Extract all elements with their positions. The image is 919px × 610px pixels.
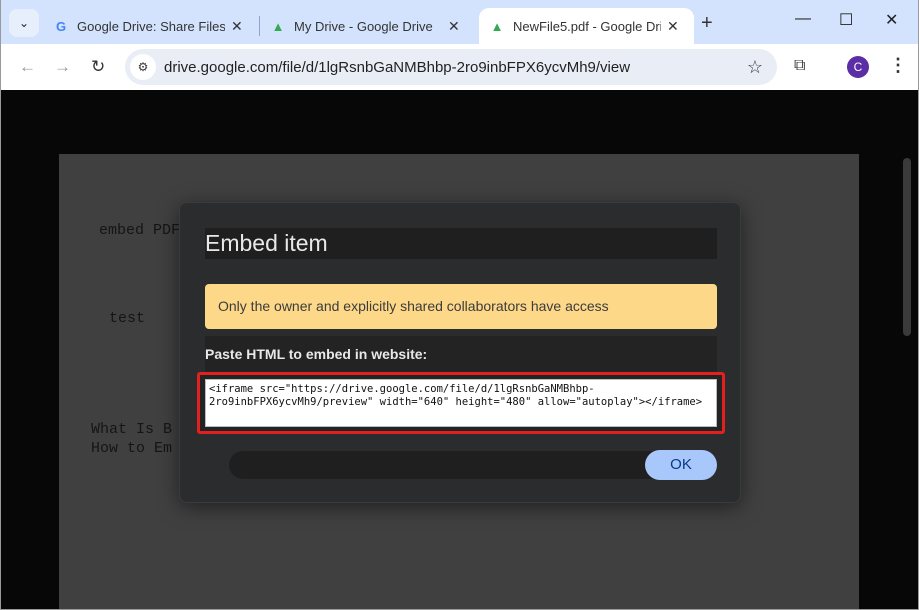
- tab-bar: ⌄ G Google Drive: Share Files Online ✕ ▲…: [1, 0, 918, 44]
- extensions-icon[interactable]: ⧉: [794, 57, 805, 75]
- tab-title: Google Drive: Share Files Online: [77, 18, 225, 34]
- dialog-footer: [229, 451, 717, 479]
- pdf-viewer: embed PDF test What Is B How to Em Embed…: [1, 90, 918, 609]
- browser-window: ⌄ G Google Drive: Share Files Online ✕ ▲…: [0, 0, 919, 610]
- google-drive-icon: ▲: [271, 18, 285, 34]
- google-drive-icon: ▲: [490, 18, 504, 34]
- site-settings-icon[interactable]: ⚙: [130, 54, 156, 80]
- toolbar: ← → ↻ ⚙ drive.google.com/file/d/1lgRsnbG…: [1, 44, 918, 90]
- new-tab-button[interactable]: +: [701, 12, 713, 35]
- dialog-title: Embed item: [205, 228, 717, 259]
- pdf-text: embed PDF: [99, 222, 181, 239]
- chevron-down-icon: ⌄: [18, 16, 30, 30]
- highlight-box: <iframe src="https://drive.google.com/fi…: [197, 372, 725, 434]
- forward-button[interactable]: →: [54, 57, 71, 77]
- url-text[interactable]: drive.google.com/file/d/1lgRsnbGaNMBhbp-…: [164, 59, 630, 76]
- profile-avatar[interactable]: C: [847, 56, 869, 78]
- tab-title: NewFile5.pdf - Google Drive: [513, 18, 661, 34]
- minimize-button[interactable]: —: [795, 10, 811, 28]
- embed-code-textarea[interactable]: <iframe src="https://drive.google.com/fi…: [205, 379, 717, 427]
- ok-button[interactable]: OK: [645, 450, 717, 480]
- tab-my-drive[interactable]: ▲ My Drive - Google Drive ✕: [260, 8, 475, 44]
- pdf-text: How to Em: [91, 440, 173, 457]
- access-notice: Only the owner and explicitly shared col…: [205, 284, 717, 329]
- pdf-text: test: [109, 310, 146, 327]
- embed-item-dialog: Embed item Only the owner and explicitly…: [179, 202, 741, 503]
- close-tab-icon[interactable]: ✕: [448, 18, 460, 35]
- scrollbar[interactable]: [903, 158, 911, 336]
- close-tab-icon[interactable]: ✕: [231, 18, 243, 35]
- embed-label: Paste HTML to embed in website:: [205, 336, 717, 372]
- reload-button[interactable]: ↻: [91, 57, 105, 77]
- pdf-text: What Is B: [91, 421, 173, 438]
- back-button[interactable]: ←: [19, 57, 36, 77]
- google-g-icon: G: [55, 18, 67, 34]
- tab-google-drive-share[interactable]: G Google Drive: Share Files Online ✕: [43, 8, 258, 44]
- tab-search-button[interactable]: ⌄: [9, 9, 39, 37]
- address-bar[interactable]: ⚙ drive.google.com/file/d/1lgRsnbGaNMBhb…: [125, 49, 777, 85]
- tab-newfile5-pdf[interactable]: ▲ NewFile5.pdf - Google Drive ✕: [479, 8, 694, 44]
- tab-title: My Drive - Google Drive: [294, 18, 433, 34]
- more-menu-icon[interactable]: ⋮: [889, 55, 907, 76]
- close-window-button[interactable]: ✕: [885, 10, 898, 30]
- close-tab-icon[interactable]: ✕: [667, 18, 679, 35]
- maximize-button[interactable]: ☐: [839, 10, 853, 30]
- bookmark-star-icon[interactable]: ☆: [747, 57, 763, 78]
